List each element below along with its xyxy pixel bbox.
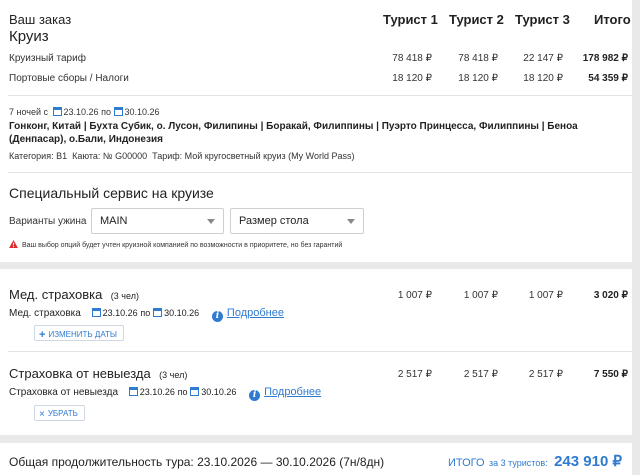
warning-icon [9,240,18,248]
close-icon: × [39,409,45,420]
date-from: 23.10.26 [63,107,99,117]
warning-text: Ваш выбор опций будет учтен круизной ком… [22,242,343,249]
calendar-icon [91,308,101,317]
cancel-date-sep: по [177,387,188,397]
row-taxes-label: Портовые сборы / Налоги [9,73,129,84]
col-total: Итого [594,12,631,27]
med-total: 3 020 ₽ [593,290,628,301]
cancel-sub-label: Страховка от невыезда [9,387,119,398]
change-dates-button[interactable]: + ИЗМЕНИТЬ ДАТЫ [34,325,125,341]
insurance-card: Мед. страховка (3 чел) 1 007 ₽ 1 007 ₽ 1… [0,269,632,435]
route-line-1: Гонконг, Китай | Бухта Субик, о. Лусон, … [9,121,578,132]
cancel-insurance-title: Страховка от невыезда (3 чел) [9,365,187,383]
order-card: Ваш заказ Круиз Турист 1 Турист 2 Турист… [0,0,632,262]
med-date-to: 30.10.26 [164,308,200,318]
total-label: ИТОГО [447,457,485,469]
info-icon: i [211,311,223,322]
footer-bar: Общая продолжительность тура: 23.10.2026… [0,443,632,475]
divider [8,172,632,173]
col-tourist-2: Турист 2 [449,12,504,27]
dinner-select-value: MAIN [100,215,128,227]
med-count: (3 чел) [110,291,139,301]
calendar-icon [153,308,163,317]
date-sep: по [101,107,111,117]
med-sub-label: Мед. страховка [9,308,81,319]
route-line-2: (Денпасар), о.Бали, Индонезия [9,134,163,145]
row-fare-total: 178 982 ₽ [582,53,628,64]
calendar-icon [190,387,200,396]
med-insurance-title: Мед. страховка (3 чел) [9,286,139,304]
cancel-date-from: 23.10.26 [139,387,175,397]
table-size-select-value: Размер стола [239,215,309,227]
total-for: за 3 туристов: [489,458,548,468]
date-to: 30.10.26 [124,107,160,117]
row-taxes-total: 54 359 ₽ [588,73,628,84]
total-value: 243 910 ₽ [554,453,622,470]
cancel-count: (3 чел) [159,370,188,380]
chevron-down-icon [207,219,215,224]
cancel-date-to: 30.10.26 [201,387,237,397]
med-date-sep: по [140,308,151,318]
tour-duration: Общая продолжительность тура: 23.10.2026… [9,455,385,469]
nights-label: 7 ночей с [9,107,49,117]
table-size-select[interactable]: Размер стола [230,208,364,234]
remove-button[interactable]: × УБРАТЬ [34,405,85,421]
change-dates-label: ИЗМЕНИТЬ ДАТЫ [48,330,118,339]
col-tourist-1: Турист 1 [383,12,438,27]
order-subtitle: Круиз [9,28,49,45]
divider [8,95,632,96]
col-tourist-3: Турист 3 [515,12,570,27]
warning-note: Ваш выбор опций будет учтен круизной ком… [9,240,342,249]
med-sub-row: Мед. страховка 23.10.26 по 30.10.26 i Под… [9,307,284,322]
calendar-icon [113,107,123,116]
cancel-total: 7 550 ₽ [593,369,628,380]
cancel-title-text: Страховка от невыезда [9,366,151,381]
cancel-more-link[interactable]: Подробнее [264,386,321,398]
calendar-icon [128,387,138,396]
cruise-details: Категория: B1 Каюта: № G00000 Тариф: Мой… [9,151,355,161]
service-title: Специальный сервис на круизе [9,185,214,201]
order-title: Ваш заказ [9,12,72,27]
dinner-select[interactable]: MAIN [91,208,224,234]
cancel-sub-row: Страховка от невыезда 23.10.26 по 30.10.… [9,386,321,401]
grand-total: ИТОГО за 3 туристов: 243 910 ₽ [448,452,622,471]
remove-label: УБРАТЬ [47,409,78,418]
dinner-label: Варианты ужина [9,216,87,227]
plus-icon: + [39,329,46,341]
chevron-down-icon [347,219,355,224]
med-title-text: Мед. страховка [9,287,103,302]
med-more-link[interactable]: Подробнее [227,307,284,319]
med-date-from: 23.10.26 [102,308,138,318]
info-icon: i [249,390,261,401]
calendar-icon [52,107,62,116]
cruise-dates: 7 ночей с 23.10.26 по 30.10.26 [9,107,160,117]
divider [8,351,632,352]
row-fare-label: Круизный тариф [9,53,86,64]
